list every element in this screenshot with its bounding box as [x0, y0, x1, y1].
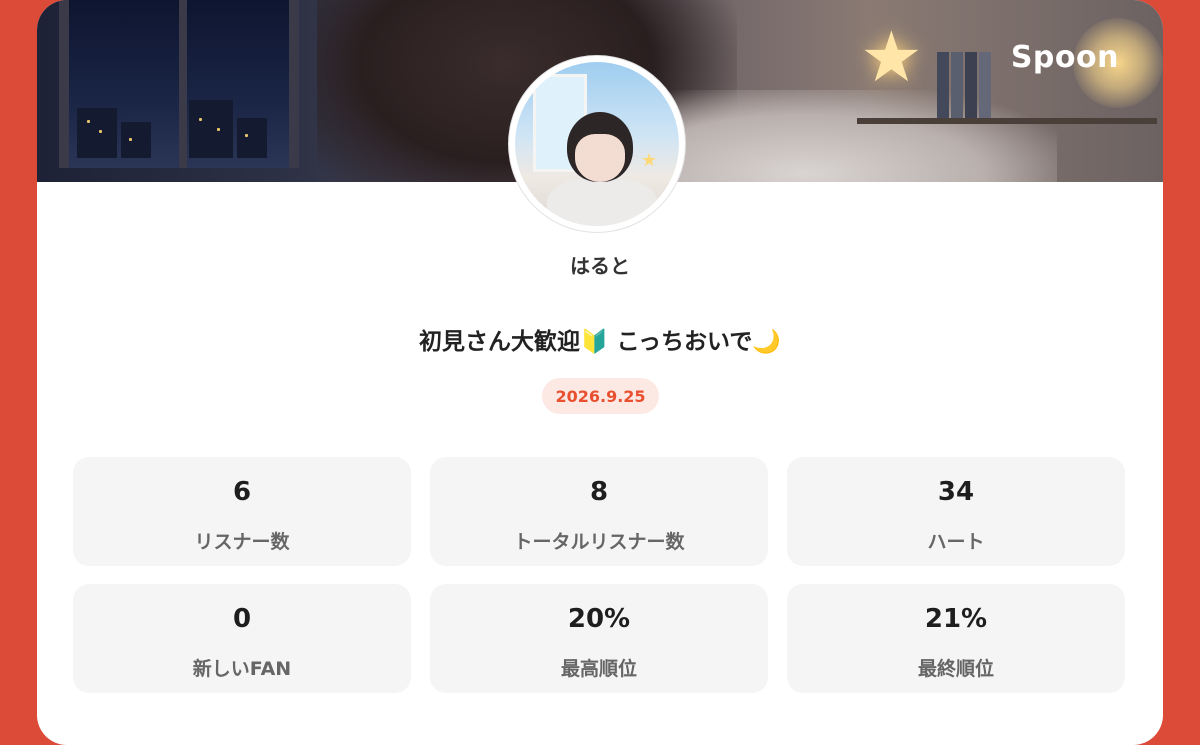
stat-value: 34: [937, 477, 975, 507]
stat-label: 最高順位: [560, 658, 637, 680]
profile-card: ★ Spoon ★ はると 初見さん大歓迎🔰 こっちおいで🌙 2026.9.25…: [37, 0, 1163, 745]
stat-label: 最終順位: [917, 658, 994, 680]
stat-value: 8: [589, 477, 609, 507]
stat-value: 21%: [924, 604, 988, 634]
stat-label: トータルリスナー数: [513, 531, 685, 553]
window-scene: [59, 0, 299, 168]
username: はると: [570, 254, 630, 278]
stat-new-fans: 0 新しいFAN: [73, 584, 411, 693]
stat-total-listeners: 8 トータルリスナー数: [430, 457, 768, 566]
stat-highest-rank: 20% 最高順位: [430, 584, 768, 693]
star-lamp-icon: ★: [860, 16, 923, 98]
spoon-logo: Spoon: [1010, 40, 1119, 75]
room-title: 初見さん大歓迎🔰 こっちおいで🌙: [419, 329, 781, 355]
stat-label: ハート: [927, 531, 985, 553]
avatar-image: ★: [515, 62, 679, 226]
stat-label: 新しいFAN: [192, 658, 292, 680]
stat-value: 6: [232, 477, 252, 507]
stat-value: 0: [232, 604, 252, 634]
stat-value: 20%: [567, 604, 631, 634]
stat-label: リスナー数: [194, 531, 290, 553]
stat-hearts: 34 ハート: [787, 457, 1125, 566]
avatar[interactable]: ★: [509, 56, 685, 232]
stat-final-rank: 21% 最終順位: [787, 584, 1125, 693]
stat-listeners: 6 リスナー数: [73, 457, 411, 566]
date-badge: 2026.9.25: [542, 378, 659, 414]
